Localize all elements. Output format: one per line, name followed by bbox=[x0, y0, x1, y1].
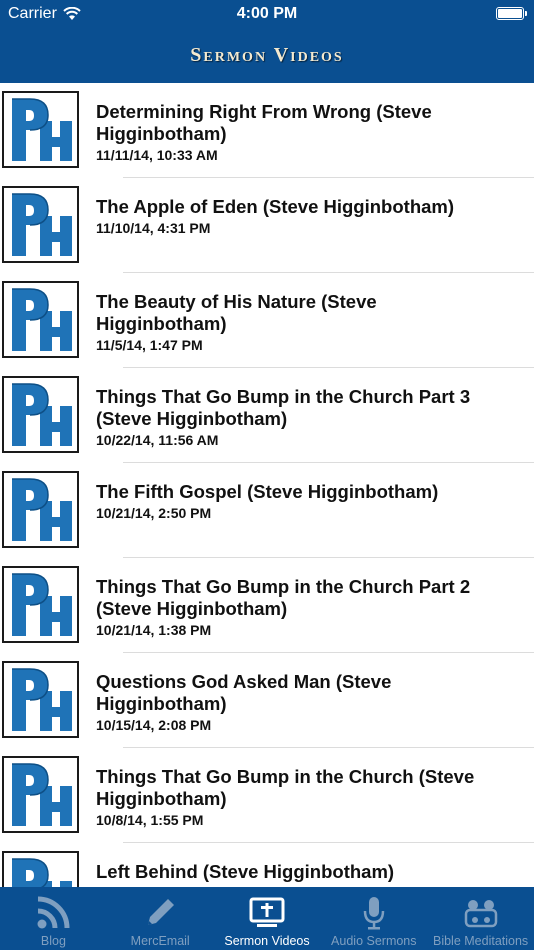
video-row[interactable]: Left Behind (Steve Higginbotham) bbox=[0, 843, 534, 887]
ph-logo-icon bbox=[12, 98, 72, 161]
tab-label: Blog bbox=[40, 934, 66, 948]
tab-label: Audio Sermons bbox=[331, 934, 417, 948]
video-title: Things That Go Bump in the Church Part 3… bbox=[96, 386, 471, 429]
video-title: Things That Go Bump in the Church (Steve… bbox=[96, 766, 475, 809]
video-text: Things That Go Bump in the Church Part 2… bbox=[96, 576, 494, 638]
video-thumbnail bbox=[2, 91, 79, 168]
video-row[interactable]: Questions God Asked Man (Steve Higginbot… bbox=[0, 653, 534, 748]
tab-bar: Blog MercEmail Sermon Videos Audio Sermo… bbox=[0, 887, 534, 950]
video-screen-icon bbox=[247, 893, 287, 933]
ph-logo-icon bbox=[12, 763, 72, 826]
video-title: The Fifth Gospel (Steve Higginbotham) bbox=[96, 481, 439, 502]
video-title: The Apple of Eden (Steve Higginbotham) bbox=[96, 196, 455, 217]
status-time: 4:00 PM bbox=[236, 5, 298, 22]
video-row[interactable]: The Beauty of His Nature (Steve Higginbo… bbox=[0, 273, 534, 368]
ph-logo-icon bbox=[12, 288, 72, 351]
video-text: The Fifth Gospel (Steve Higginbotham) 10… bbox=[96, 481, 494, 521]
tab-sermon-videos[interactable]: Sermon Videos bbox=[214, 887, 321, 950]
video-title: Left Behind (Steve Higginbotham) bbox=[96, 861, 395, 882]
video-thumbnail bbox=[2, 566, 79, 643]
tab-bible-meditations[interactable]: Bible Meditations bbox=[427, 887, 534, 950]
video-text: The Beauty of His Nature (Steve Higginbo… bbox=[96, 291, 494, 353]
video-text: Determining Right From Wrong (Steve Higg… bbox=[96, 101, 494, 163]
ph-logo-icon bbox=[12, 573, 72, 636]
video-text: Things That Go Bump in the Church Part 3… bbox=[96, 386, 494, 448]
tab-label: Sermon Videos bbox=[224, 934, 310, 948]
video-text: Left Behind (Steve Higginbotham) bbox=[96, 861, 494, 885]
video-date: 10/21/14, 1:38 PM bbox=[96, 622, 212, 638]
ph-logo-icon bbox=[12, 858, 72, 887]
video-text: Things That Go Bump in the Church (Steve… bbox=[96, 766, 494, 828]
video-list[interactable]: Determining Right From Wrong (Steve Higg… bbox=[0, 83, 534, 887]
tab-mercemail[interactable]: MercEmail bbox=[107, 887, 214, 950]
tab-audio-sermons[interactable]: Audio Sermons bbox=[320, 887, 427, 950]
battery-icon bbox=[496, 7, 527, 20]
pencil-icon bbox=[140, 893, 180, 933]
ph-logo-icon bbox=[12, 478, 72, 541]
video-row[interactable]: Determining Right From Wrong (Steve Higg… bbox=[0, 83, 534, 178]
video-title: The Beauty of His Nature (Steve Higginbo… bbox=[96, 291, 377, 334]
video-date: 10/22/14, 11:56 AM bbox=[96, 432, 219, 448]
video-date: 10/8/14, 1:55 PM bbox=[96, 812, 204, 828]
page-title: Sermon Videos bbox=[190, 44, 344, 66]
video-row[interactable]: The Fifth Gospel (Steve Higginbotham) 10… bbox=[0, 463, 534, 558]
video-row[interactable]: Things That Go Bump in the Church Part 3… bbox=[0, 368, 534, 463]
video-thumbnail bbox=[2, 281, 79, 358]
video-date: 11/5/14, 1:47 PM bbox=[96, 337, 203, 353]
video-title: Determining Right From Wrong (Steve Higg… bbox=[96, 101, 432, 144]
video-date: 11/11/14, 10:33 AM bbox=[96, 147, 218, 163]
microphone-icon bbox=[354, 893, 394, 933]
video-thumbnail bbox=[2, 756, 79, 833]
video-thumbnail bbox=[2, 376, 79, 453]
tab-blog[interactable]: Blog bbox=[0, 887, 107, 950]
video-row[interactable]: The Apple of Eden (Steve Higginbotham) 1… bbox=[0, 178, 534, 273]
video-text: The Apple of Eden (Steve Higginbotham) 1… bbox=[96, 196, 494, 236]
video-row[interactable]: Things That Go Bump in the Church Part 2… bbox=[0, 558, 534, 653]
group-icon bbox=[461, 893, 501, 933]
video-title: Questions God Asked Man (Steve Higginbot… bbox=[96, 671, 392, 714]
header: Carrier 4:00 PM Sermon Videos bbox=[0, 0, 534, 83]
ph-logo-icon bbox=[12, 383, 72, 446]
video-date: 10/21/14, 2:50 PM bbox=[96, 505, 212, 521]
video-thumbnail bbox=[2, 661, 79, 738]
video-title: Things That Go Bump in the Church Part 2… bbox=[96, 576, 471, 619]
ph-logo-icon bbox=[12, 668, 72, 731]
video-date: 10/15/14, 2:08 PM bbox=[96, 717, 212, 733]
rss-icon bbox=[33, 893, 73, 933]
status-bar: Carrier 4:00 PM bbox=[0, 0, 534, 28]
video-thumbnail bbox=[2, 186, 79, 263]
video-text: Questions God Asked Man (Steve Higginbot… bbox=[96, 671, 494, 733]
tab-label: Bible Meditations bbox=[432, 934, 529, 948]
ph-logo-icon bbox=[12, 193, 72, 256]
video-row[interactable]: Things That Go Bump in the Church (Steve… bbox=[0, 748, 534, 843]
tab-label: MercEmail bbox=[130, 934, 190, 948]
video-thumbnail bbox=[2, 851, 79, 887]
video-date: 11/10/14, 4:31 PM bbox=[96, 220, 211, 236]
video-thumbnail bbox=[2, 471, 79, 548]
